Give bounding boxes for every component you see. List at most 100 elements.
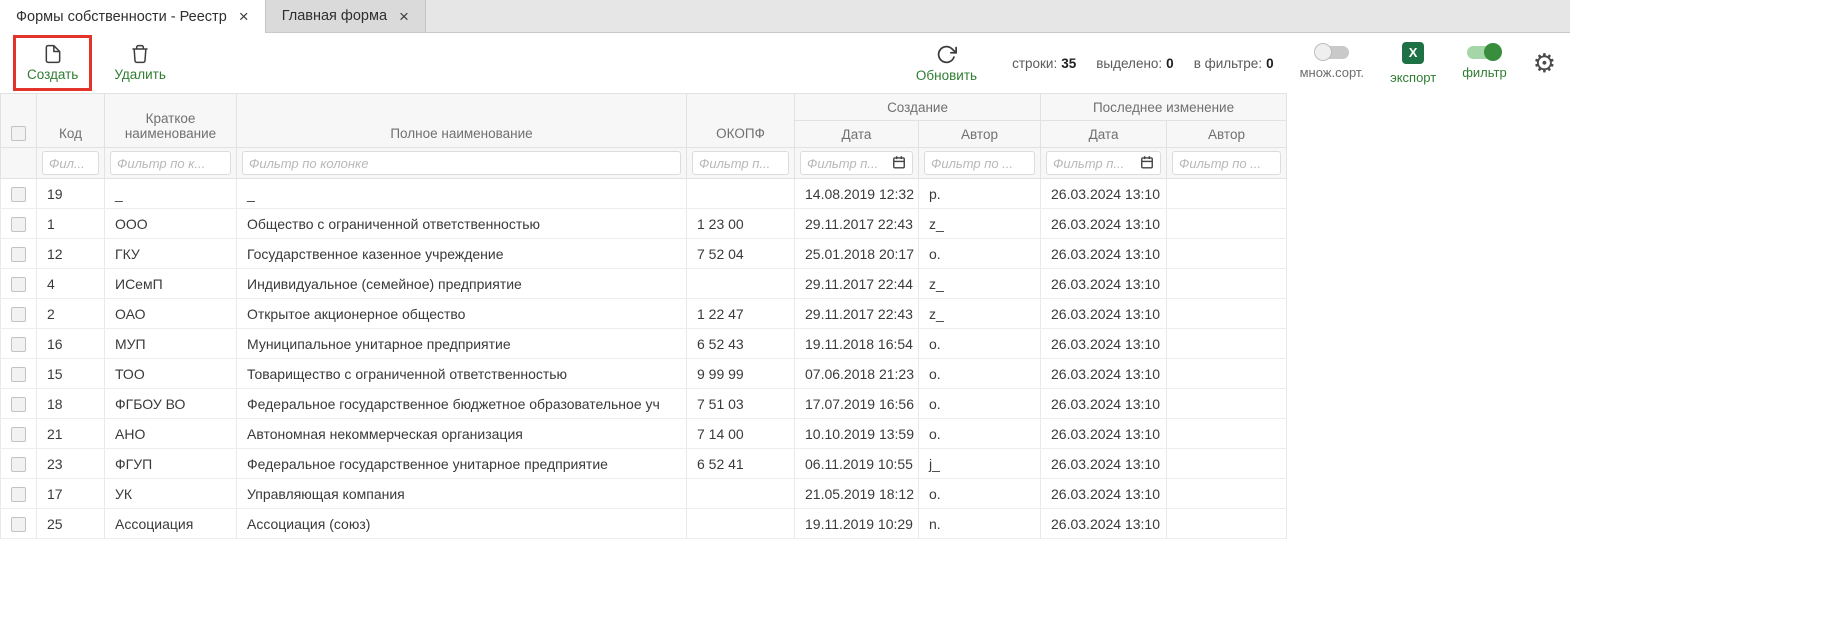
table-row[interactable]: 12ГКУГосударственное казенное учреждение… [1, 239, 1287, 269]
column-header-modified-date[interactable]: Дата [1041, 121, 1167, 148]
cell-short-name: МУП [105, 329, 237, 359]
row-checkbox[interactable] [11, 307, 26, 322]
calendar-icon[interactable] [889, 155, 906, 172]
cell-short-name: _ [105, 179, 237, 209]
cell-created-author: o. [919, 239, 1041, 269]
tab-main-form[interactable]: Главная форма × [266, 0, 426, 32]
row-checkbox-cell [1, 509, 37, 539]
cell-short-name: ИСемП [105, 269, 237, 299]
cell-created-date: 29.11.2017 22:43 [795, 299, 919, 329]
cell-created-author: z_ [919, 269, 1041, 299]
cell-okopf: 1 22 47 [687, 299, 795, 329]
table-row[interactable]: 1ООООбщество с ограниченной ответственно… [1, 209, 1287, 239]
cell-code: 21 [37, 419, 105, 449]
toggle-on-switch[interactable] [1467, 46, 1501, 59]
cell-created-date: 29.11.2017 22:43 [795, 209, 919, 239]
cell-short-name: АНО [105, 419, 237, 449]
cell-modified-author [1167, 299, 1287, 329]
filter-input-created-author[interactable] [924, 151, 1035, 175]
row-checkbox[interactable] [11, 517, 26, 532]
filter-input-modified-author[interactable] [1172, 151, 1281, 175]
column-header-modified-author[interactable]: Автор [1167, 121, 1287, 148]
app-window: Формы собственности - Реестр × Главная ф… [0, 0, 1570, 539]
cell-modified-author [1167, 329, 1287, 359]
row-checkbox[interactable] [11, 187, 26, 202]
create-button[interactable]: Создать [18, 39, 87, 87]
cell-created-date: 10.10.2019 13:59 [795, 419, 919, 449]
cell-modified-date: 26.03.2024 13:10 [1041, 479, 1167, 509]
table-row[interactable]: 25АссоциацияАссоциация (союз)19.11.2019 … [1, 509, 1287, 539]
filter-input-full-name[interactable] [242, 151, 681, 175]
cell-created-date: 17.07.2019 16:56 [795, 389, 919, 419]
registry-grid: Код Краткое наименование Полное наименов… [0, 93, 1287, 539]
row-checkbox[interactable] [11, 367, 26, 382]
calendar-icon[interactable] [1137, 155, 1154, 172]
group-header-creation: Создание [795, 94, 1041, 121]
cell-okopf [687, 179, 795, 209]
tab-forms-registry[interactable]: Формы собственности - Реестр × [0, 0, 266, 33]
row-checkbox[interactable] [11, 397, 26, 412]
cell-created-author: o. [919, 329, 1041, 359]
cell-created-author: z_ [919, 209, 1041, 239]
cell-full-name: Индивидуальное (семейное) предприятие [237, 269, 687, 299]
cell-created-author: j_ [919, 449, 1041, 479]
cell-created-date: 19.11.2019 10:29 [795, 509, 919, 539]
row-checkbox[interactable] [11, 457, 26, 472]
row-checkbox[interactable] [11, 427, 26, 442]
multisort-toggle[interactable]: множ.сорт. [1300, 46, 1364, 80]
refresh-button[interactable]: Обновить [907, 39, 986, 88]
column-header-code[interactable]: Код [37, 94, 105, 148]
cell-code: 1 [37, 209, 105, 239]
export-button[interactable]: X экспорт [1390, 42, 1436, 85]
row-checkbox-cell [1, 209, 37, 239]
column-header-short-name[interactable]: Краткое наименование [105, 94, 237, 148]
cell-created-author: o. [919, 389, 1041, 419]
table-row[interactable]: 17УКУправляющая компания21.05.2019 18:12… [1, 479, 1287, 509]
table-row[interactable]: 21АНОАвтономная некоммерческая организац… [1, 419, 1287, 449]
filter-input-created-date[interactable] [800, 151, 913, 175]
new-document-icon [43, 44, 63, 64]
column-header-created-date[interactable]: Дата [795, 121, 919, 148]
cell-okopf [687, 509, 795, 539]
cell-created-date: 06.11.2019 10:55 [795, 449, 919, 479]
select-all-header[interactable] [1, 94, 37, 148]
cell-okopf: 1 23 00 [687, 209, 795, 239]
column-header-okopf[interactable]: ОКОПФ [687, 94, 795, 148]
cell-modified-date: 26.03.2024 13:10 [1041, 209, 1167, 239]
row-checkbox[interactable] [11, 277, 26, 292]
table-row[interactable]: 18ФГБОУ ВОФедеральное государственное бю… [1, 389, 1287, 419]
row-checkbox-cell [1, 389, 37, 419]
cell-code: 12 [37, 239, 105, 269]
row-checkbox-cell [1, 449, 37, 479]
filter-input-code[interactable] [42, 151, 99, 175]
filter-input-okopf[interactable] [692, 151, 789, 175]
column-header-created-author[interactable]: Автор [919, 121, 1041, 148]
table-row[interactable]: 15ТООТоварищество с ограниченной ответст… [1, 359, 1287, 389]
cell-modified-date: 26.03.2024 13:10 [1041, 419, 1167, 449]
tab-close-icon[interactable]: × [239, 8, 249, 25]
cell-short-name: ООО [105, 209, 237, 239]
select-all-checkbox[interactable] [11, 126, 26, 141]
gear-icon[interactable]: ⚙ [1533, 50, 1556, 76]
toggle-off-switch[interactable] [1315, 46, 1349, 59]
filter-toggle[interactable]: фильтр [1462, 46, 1506, 80]
row-checkbox[interactable] [11, 487, 26, 502]
table-row[interactable]: 16МУПМуниципальное унитарное предприятие… [1, 329, 1287, 359]
cell-okopf [687, 479, 795, 509]
cell-full-name: Автономная некоммерческая организация [237, 419, 687, 449]
row-checkbox[interactable] [11, 217, 26, 232]
table-row[interactable]: 2ОАООткрытое акционерное общество1 22 47… [1, 299, 1287, 329]
delete-button[interactable]: Удалить [105, 39, 175, 87]
table-row[interactable]: 4ИСемПИндивидуальное (семейное) предприя… [1, 269, 1287, 299]
table-row[interactable]: 19__14.08.2019 12:32p.26.03.2024 13:10 [1, 179, 1287, 209]
filter-input-modified-date[interactable] [1046, 151, 1161, 175]
row-checkbox[interactable] [11, 337, 26, 352]
row-checkbox[interactable] [11, 247, 26, 262]
cell-code: 25 [37, 509, 105, 539]
tab-close-icon[interactable]: × [399, 8, 409, 25]
table-row[interactable]: 23ФГУПФедеральное государственное унитар… [1, 449, 1287, 479]
cell-modified-date: 26.03.2024 13:10 [1041, 179, 1167, 209]
filter-input-short-name[interactable] [110, 151, 231, 175]
cell-full-name: Федеральное государственное бюджетное об… [237, 389, 687, 419]
column-header-full-name[interactable]: Полное наименование [237, 94, 687, 148]
